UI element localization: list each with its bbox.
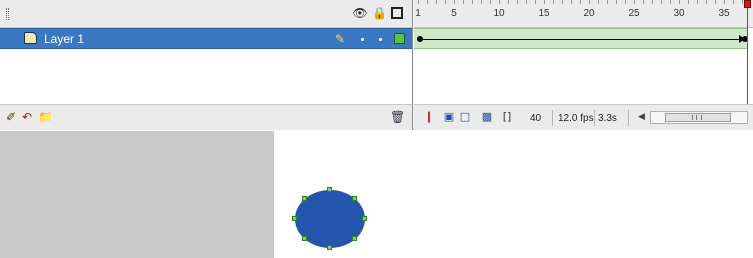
edit-multiple-frames-icon[interactable]: ▩: [480, 110, 494, 124]
ruler-label: 10: [493, 8, 505, 19]
playhead-handle[interactable]: [744, 0, 751, 8]
layer-row[interactable]: Layer 1 ✎: [0, 28, 412, 49]
scrollbar-thumb[interactable]: [665, 113, 731, 122]
transform-handle[interactable]: [362, 216, 367, 221]
playhead[interactable]: [744, 0, 751, 104]
new-folder-icon[interactable]: 📁: [38, 110, 54, 124]
ruler-label: 5: [451, 8, 457, 19]
pencil-icon: ✎: [335, 32, 346, 46]
onion-skin-outlines-icon[interactable]: □: [458, 110, 472, 124]
transform-handle[interactable]: [292, 216, 297, 221]
transform-handle[interactable]: [352, 196, 357, 201]
frame-rate[interactable]: 12.0 fps: [558, 113, 594, 124]
elapsed-time: 3.3s: [598, 113, 617, 124]
outline-color-box[interactable]: [394, 33, 405, 44]
tween-line: [422, 39, 744, 40]
lock-icon[interactable]: 🔒: [372, 6, 387, 20]
trash-icon[interactable]: 🗑: [390, 110, 405, 124]
pasteboard: [0, 131, 274, 258]
transform-handle[interactable]: [302, 236, 307, 241]
frames-panel: 1 5 10 15 20 25 30 35 ❙ ▣ □ ▩ [] 40 12.0…: [414, 0, 753, 130]
visibility-dot[interactable]: [361, 38, 364, 41]
layer-type-icon: [24, 32, 37, 44]
ruler-label: 30: [673, 8, 685, 19]
transform-handle[interactable]: [302, 196, 307, 201]
transform-handle[interactable]: [327, 245, 332, 250]
current-frame: 40: [530, 113, 542, 124]
panel-grip[interactable]: [6, 8, 9, 20]
frame-ruler[interactable]: 1 5 10 15 20 25 30 35: [414, 0, 753, 28]
layers-header: 👁 🔒: [0, 0, 412, 28]
center-frame-icon[interactable]: ❙: [422, 110, 436, 124]
add-motion-guide-icon[interactable]: ↶: [22, 110, 36, 124]
ruler-label: 25: [628, 8, 640, 19]
ruler-label: 1: [415, 8, 421, 19]
onion-skin-icon[interactable]: ▣: [442, 110, 456, 124]
scroll-left-icon[interactable]: ◀: [638, 112, 648, 122]
playhead-line: [747, 8, 748, 104]
lock-dot[interactable]: [379, 38, 382, 41]
timeline-panel: 👁 🔒 Layer 1 ✎ ✐ ↶ 📁 🗑 1 5 10 15 20 25 30…: [0, 0, 753, 130]
horizontal-scrollbar[interactable]: [650, 111, 748, 124]
layer-name[interactable]: Layer 1: [44, 32, 84, 46]
ruler-label: 35: [718, 8, 730, 19]
layers-footer: ✐ ↶ 📁 🗑: [0, 104, 412, 130]
outline-icon[interactable]: [391, 7, 403, 19]
transform-handle[interactable]: [327, 187, 332, 192]
frame-span[interactable]: [414, 28, 748, 49]
eye-icon[interactable]: 👁: [352, 6, 368, 20]
timeline-status-bar: ❙ ▣ □ ▩ [] 40 12.0 fps 3.3s ◀: [414, 104, 753, 130]
modify-onion-markers-icon[interactable]: []: [500, 110, 514, 124]
ruler-label: 15: [538, 8, 550, 19]
transform-handle[interactable]: [352, 236, 357, 241]
layers-panel: 👁 🔒 Layer 1 ✎ ✐ ↶ 📁 🗑: [0, 0, 413, 130]
ruler-label: 20: [583, 8, 595, 19]
new-layer-icon[interactable]: ✐: [6, 110, 20, 124]
